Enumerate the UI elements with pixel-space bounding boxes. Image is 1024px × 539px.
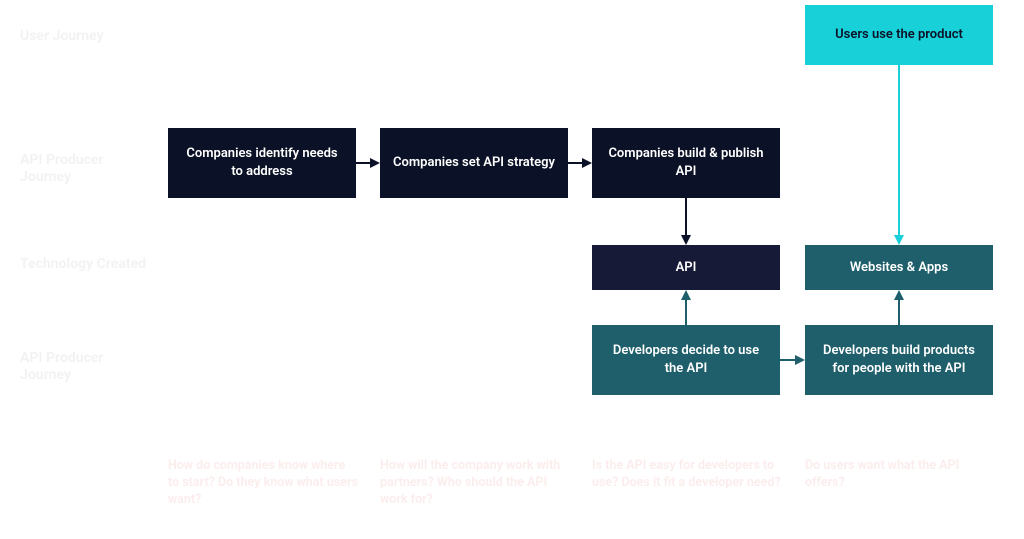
box-companies-identify: Companies identify needs to address [168, 128, 356, 198]
question-1: How do companies know where to start? Do… [168, 458, 358, 509]
question-4: Do users want what the API offers? [805, 458, 995, 492]
box-developers-decide: Developers decide to use the API [592, 325, 780, 395]
box-users-use-product: Users use the product [805, 5, 993, 65]
question-2: How will the company work with partners?… [380, 458, 570, 509]
box-api: API [592, 245, 780, 290]
row-label-tech: Technology Created [20, 256, 150, 273]
arrow-strategy-to-build [568, 155, 592, 171]
arrow-devbuild-to-websites [891, 290, 907, 325]
arrow-identify-to-strategy [356, 155, 380, 171]
box-developers-build: Developers build products for people wit… [805, 325, 993, 395]
box-companies-build-publish: Companies build & publish API [592, 128, 780, 198]
box-websites-apps: Websites & Apps [805, 245, 993, 290]
arrow-build-to-api [678, 198, 694, 245]
arrow-users-to-websites [891, 65, 907, 245]
row-label-api-producer: API Producer Journey [20, 152, 150, 186]
question-3: Is the API easy for developers to use? D… [592, 458, 782, 492]
row-label-api-consumer: API Producer Journey [20, 350, 150, 384]
arrow-devdecide-to-api [678, 290, 694, 325]
arrow-devdecide-to-devbuild [780, 352, 805, 368]
row-label-user: User Journey [20, 28, 150, 45]
box-companies-strategy: Companies set API strategy [380, 128, 568, 198]
